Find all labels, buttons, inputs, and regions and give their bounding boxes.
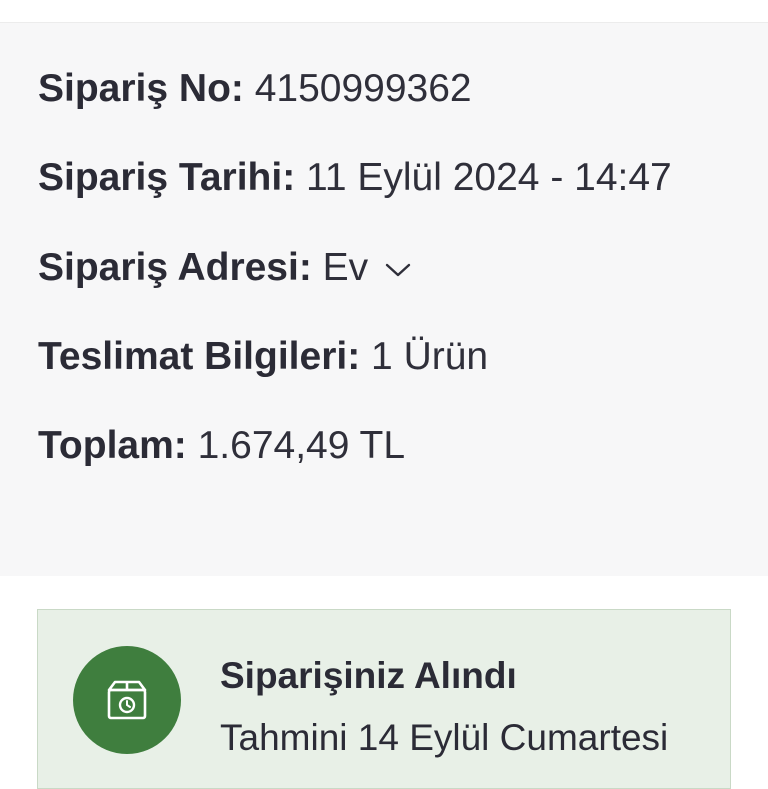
order-total-row: Toplam: 1.674,49 TL bbox=[38, 424, 405, 468]
top-strip bbox=[0, 0, 768, 23]
status-icon-badge bbox=[73, 646, 181, 754]
order-total-label: Toplam: bbox=[38, 424, 187, 467]
order-address-label: Sipariş Adresi: bbox=[38, 246, 312, 289]
status-estimate: Tahmini 14 Eylül Cumartesi bbox=[220, 717, 669, 758]
delivery-info-label: Teslimat Bilgileri: bbox=[38, 335, 361, 378]
order-date-label: Sipariş Tarihi: bbox=[38, 156, 296, 199]
status-title: Siparişiniz Alındı bbox=[220, 655, 517, 696]
delivery-info-value: 1 Ürün bbox=[371, 335, 489, 378]
order-number-label: Sipariş No: bbox=[38, 67, 244, 110]
order-date-value: 11 Eylül 2024 - 14:47 bbox=[306, 156, 672, 199]
order-address-value[interactable]: Ev bbox=[323, 246, 369, 289]
order-number-value: 4150999362 bbox=[254, 67, 472, 110]
order-total-value: 1.674,49 TL bbox=[197, 424, 406, 467]
order-number-row: Sipariş No: 4150999362 bbox=[38, 67, 472, 111]
order-date-row: Sipariş Tarihi: 11 Eylül 2024 - 14:47 bbox=[38, 156, 672, 200]
order-address-row[interactable]: Sipariş Adresi: Ev bbox=[38, 246, 411, 290]
chevron-down-icon[interactable] bbox=[385, 244, 411, 288]
delivery-info-row: Teslimat Bilgileri: 1 Ürün bbox=[38, 335, 488, 379]
